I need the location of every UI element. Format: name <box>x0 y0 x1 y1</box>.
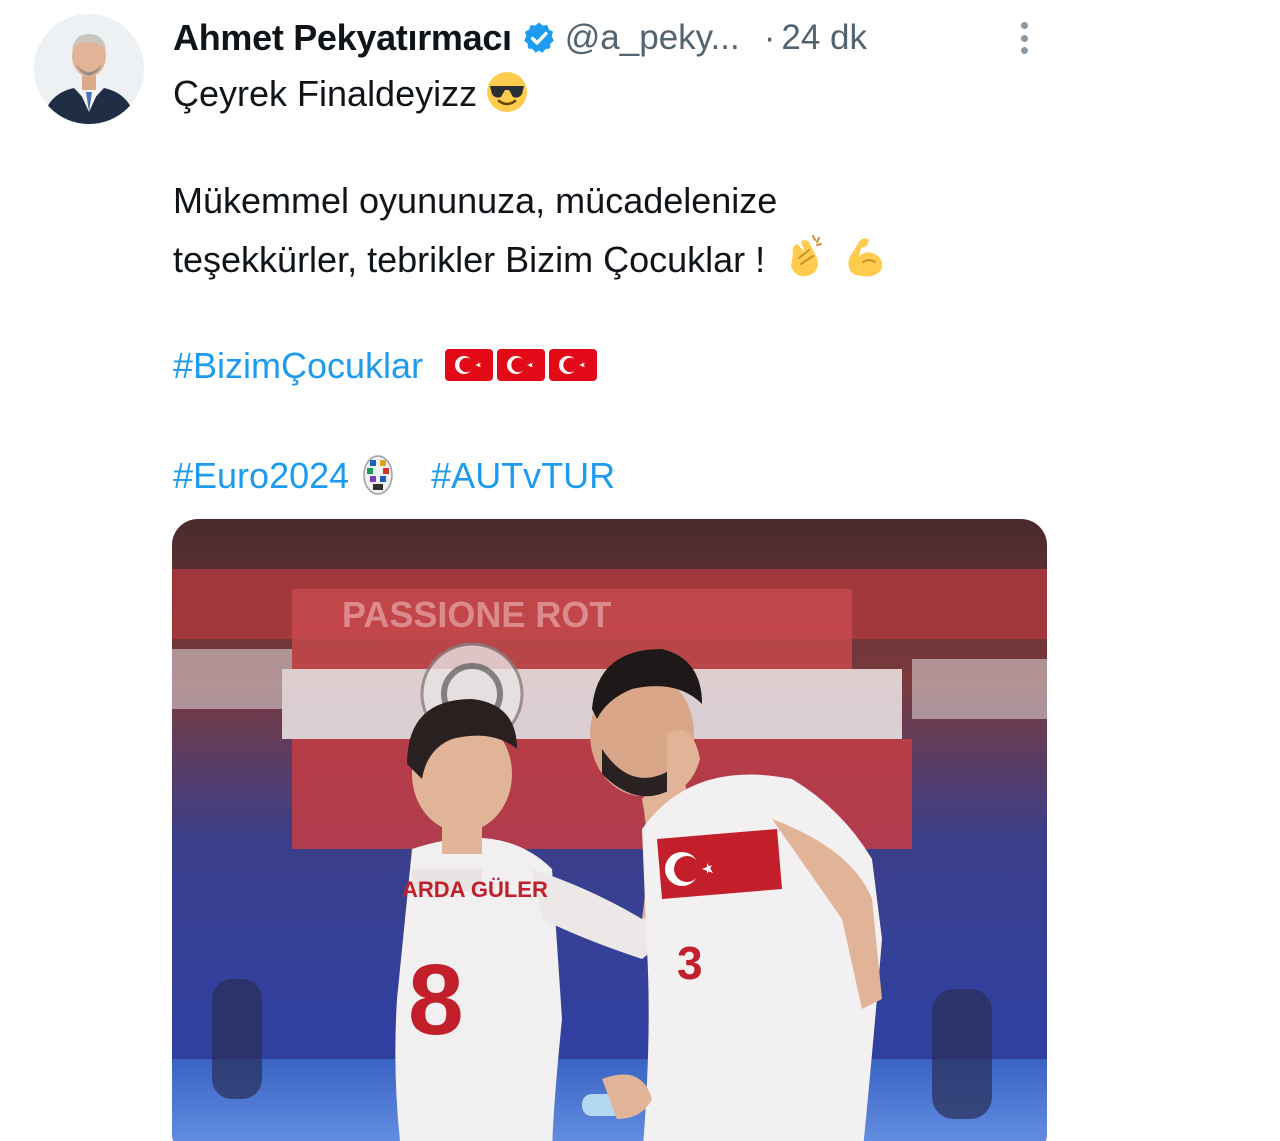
avatar[interactable] <box>34 14 144 124</box>
hashtag-autvtur-link[interactable]: #AUTvTUR <box>431 455 615 496</box>
text-ceyrek: Çeyrek Finaldeyizz <box>173 73 478 114</box>
author-handle[interactable]: @a_peky... <box>565 18 740 58</box>
tweet-text-line-1: Çeyrek Finaldeyizz <box>173 70 529 118</box>
clapping-hands-emoji-icon <box>779 232 827 280</box>
tweet-text-line-3: teşekkürler, tebrikler Bizim Çocuklar ! <box>173 232 889 284</box>
separator-dot: · <box>763 18 776 57</box>
tweet-text-line-4: #BizimÇocuklar <box>173 342 598 390</box>
jersey-number-front: 3 <box>677 937 703 989</box>
hashtag-euro2024-link[interactable]: #Euro2024 <box>173 455 349 496</box>
tweet-header: Ahmet Pekyatırmacı @a_peky... · 24 dk <box>173 8 867 68</box>
svg-text:PASSIONE ROT: PASSIONE ROT <box>342 594 611 635</box>
jersey-name-text: ARDA GÜLER <box>402 877 548 902</box>
timestamp[interactable]: 24 dk <box>781 18 867 58</box>
author-name[interactable]: Ahmet Pekyatırmacı <box>173 17 512 59</box>
text-tesekkurler: teşekkürler, tebrikler Bizim Çocuklar ! <box>173 239 766 280</box>
jersey-number-back: 8 <box>408 944 464 1056</box>
more-options-icon[interactable] <box>1010 18 1038 58</box>
match-photo: PASSIONE ROT ARDA GÜLER 8 3 <box>172 519 1047 1141</box>
euro2024-logo-icon <box>361 454 395 496</box>
tweet[interactable]: Ahmet Pekyatırmacı @a_peky... · 24 dk Çe… <box>0 0 1280 1141</box>
verified-badge-icon <box>522 21 556 55</box>
tweet-text-line-5: #Euro2024 #AUTvTUR <box>173 452 615 500</box>
text-mukemmel: Mükemmel oyununuza, mücadelenize <box>173 180 778 221</box>
avatar-photo <box>34 14 144 124</box>
sunglasses-emoji-icon <box>485 70 529 114</box>
hashtag-bizimcocuklar-link[interactable]: #BizimÇocuklar <box>173 345 423 386</box>
tweet-text-line-2: Mükemmel oyununuza, mücadelenize <box>173 177 777 225</box>
flexed-biceps-emoji-icon <box>841 232 889 280</box>
tweet-photo[interactable]: PASSIONE ROT ARDA GÜLER 8 3 <box>172 519 1047 1141</box>
turkey-flag-emojis <box>445 347 598 383</box>
